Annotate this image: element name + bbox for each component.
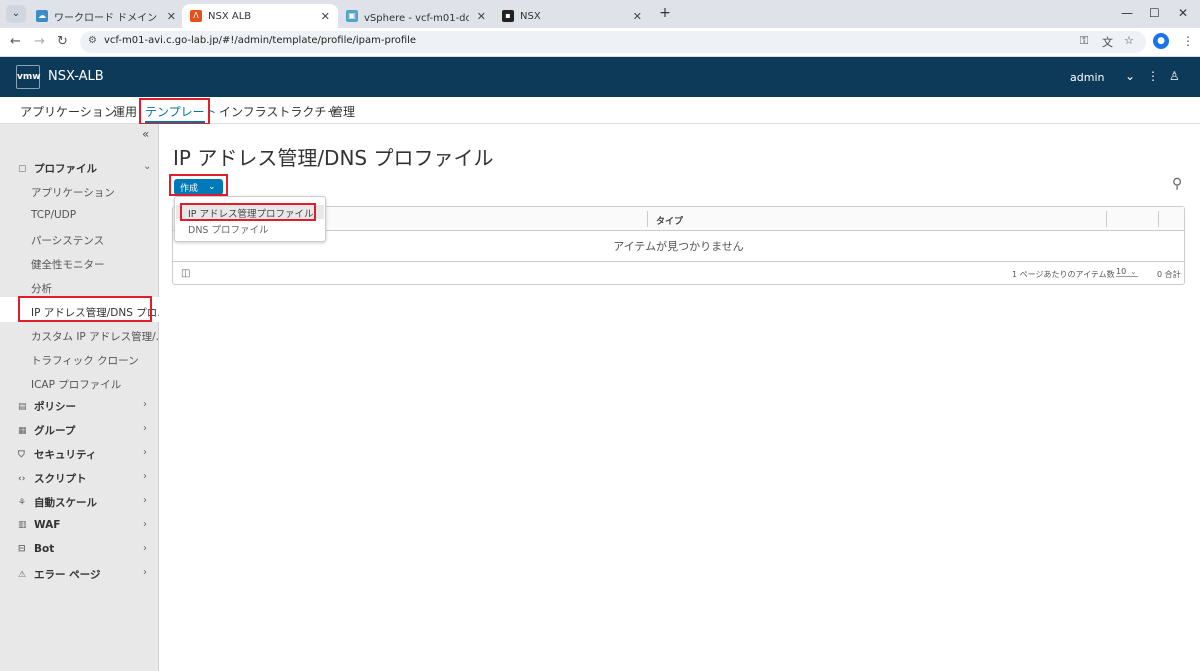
highlight-box (180, 203, 316, 221)
highlight-box (169, 174, 228, 196)
browser-tab-workload[interactable]: ☁ ワークロード ドメイン - サマリ ✕ (28, 4, 184, 28)
close-icon[interactable]: ✕ (477, 10, 486, 23)
sidebar-item-icap[interactable]: ICAP プロファイル (31, 377, 121, 392)
chevron-right-icon[interactable]: › (143, 567, 147, 578)
browser-tab-strip: ⌄ ☁ ワークロード ドメイン - サマリ ✕ Λ NSX ALB ✕ ▣ vS… (0, 0, 1200, 28)
sidebar-group-waf[interactable]: ▥ WAF (18, 519, 60, 531)
warning-icon: ⚠ (18, 569, 27, 580)
total-count: 0 合計 (1157, 270, 1181, 279)
group-icon: ▦ (18, 425, 27, 436)
maximize-icon[interactable]: ☐ (1149, 6, 1160, 20)
back-icon[interactable]: ← (10, 34, 21, 49)
more-vertical-icon[interactable]: ⋮ (1147, 69, 1159, 83)
sidebar-group-policy[interactable]: ▤ ポリシー (18, 399, 76, 414)
search-icon[interactable]: ⚲ (1172, 176, 1182, 192)
collapse-sidebar-icon[interactable]: « (142, 127, 149, 141)
sidebar-item-application[interactable]: アプリケーション (31, 185, 115, 200)
sidebar-group-autoscale[interactable]: ⚘ 自動スケール (18, 495, 97, 510)
url-text[interactable]: vcf-m01-avi.c.go-lab.jp/#!/admin/templat… (104, 35, 416, 46)
sidebar-group-security[interactable]: ⛉ セキュリティ (18, 447, 96, 462)
create-dropdown-menu: IP アドレス管理プロファイル DNS プロファイル (174, 196, 326, 242)
vsphere-icon: ▣ (346, 10, 358, 22)
browser-tab-nsx-alb[interactable]: Λ NSX ALB ✕ (182, 4, 338, 28)
sidebar-group-profiles[interactable]: ▢ プロファイル (18, 161, 97, 176)
autoscale-icon: ⚘ (18, 497, 27, 508)
close-icon[interactable]: ✕ (167, 10, 176, 23)
nsx-icon: ▪ (502, 10, 514, 22)
nav-operations[interactable]: 運用 (113, 103, 137, 120)
chevron-right-icon[interactable]: › (143, 543, 147, 554)
column-header-type[interactable]: タイプ (656, 214, 683, 227)
column-divider[interactable] (647, 211, 648, 227)
sidebar-item-health-monitor[interactable]: 健全性モニター (31, 257, 105, 272)
chevron-right-icon[interactable]: › (143, 399, 147, 410)
translate-icon[interactable]: 文 (1102, 34, 1113, 50)
chevron-down-icon[interactable]: ⌄ (1130, 267, 1137, 276)
sidebar-item-tcp-udp[interactable]: TCP/UDP (31, 209, 76, 221)
nav-applications[interactable]: アプリケーション (20, 103, 116, 120)
shield-icon: ⛉ (18, 449, 25, 460)
table-footer: ◫ 1 ページあたりのアイテム数 10 ⌄ 0 合計 (173, 261, 1184, 285)
chevron-right-icon[interactable]: › (143, 495, 147, 506)
app-name: NSX-ALB (48, 69, 104, 84)
app-header: vmw NSX-ALB admin ⌄ ⋮ ♙ (0, 57, 1200, 97)
column-divider[interactable] (1106, 211, 1107, 227)
waf-icon: ▥ (18, 520, 27, 530)
site-info-icon[interactable]: ⚙ (88, 35, 97, 46)
per-page-label: 1 ページあたりのアイテム数 (1012, 270, 1115, 279)
chevron-right-icon[interactable]: › (143, 519, 147, 530)
chevron-down-icon[interactable]: ⌄ (1125, 69, 1135, 83)
close-icon[interactable]: ✕ (633, 10, 642, 23)
menu-item-dns-profile[interactable]: DNS プロファイル (188, 222, 268, 236)
omnibox[interactable]: ⚙ vcf-m01-avi.c.go-lab.jp/#!/admin/templ… (80, 31, 1146, 53)
chevron-right-icon[interactable]: › (143, 471, 147, 482)
avi-logo-icon: Λ (190, 10, 202, 22)
reload-icon[interactable]: ↻ (57, 34, 68, 49)
sidebar-item-analytics[interactable]: 分析 (31, 281, 52, 296)
nav-administration[interactable]: 管理 (331, 103, 355, 120)
sidebar-item-traffic-clone[interactable]: トラフィック クローン (31, 353, 139, 368)
close-icon[interactable]: ✕ (321, 10, 330, 23)
profile-icon: ▢ (18, 163, 27, 174)
bot-icon: ⊟ (18, 544, 26, 554)
sidebar-group-bot[interactable]: ⊟ Bot (18, 543, 54, 555)
new-tab-button[interactable]: + (656, 5, 674, 21)
column-toggle-icon[interactable]: ◫ (181, 268, 190, 279)
chevron-right-icon[interactable]: › (143, 447, 147, 458)
chevron-right-icon[interactable]: › (143, 423, 147, 434)
browser-tab-vsphere[interactable]: ▣ vSphere - vcf-m01-dc01 - 仮想 ✕ (338, 4, 494, 28)
policy-icon: ▤ (18, 401, 27, 412)
user-icon[interactable]: ♙ (1169, 69, 1180, 83)
highlight-box (18, 296, 152, 322)
profile-avatar-icon[interactable]: ● (1153, 33, 1169, 49)
user-menu[interactable]: admin (1070, 71, 1104, 84)
vmw-logo: vmw (16, 65, 41, 89)
main-content: IP アドレス管理/DNS プロファイル 作成 ⌄ ⚲ タイプ アイテムが見つか… (159, 124, 1200, 671)
minimize-icon[interactable]: — (1121, 6, 1133, 20)
cloud-icon: ☁ (36, 10, 48, 22)
highlight-box (139, 98, 210, 125)
key-icon[interactable]: ⚿ (1080, 34, 1088, 48)
sidebar: « ▢ プロファイル ⌄ アプリケーション TCP/UDP パーシステンス 健全… (0, 124, 167, 671)
tab-search-button[interactable]: ⌄ (6, 5, 26, 23)
bookmark-star-icon[interactable]: ☆ (1124, 34, 1134, 47)
page-title: IP アドレス管理/DNS プロファイル (173, 146, 494, 170)
nav-infrastructure[interactable]: インフラストラクチャ (219, 103, 338, 120)
chevron-down-icon[interactable]: ⌄ (143, 161, 151, 172)
sidebar-group-scripts[interactable]: ‹› スクリプト (18, 471, 87, 486)
sidebar-group-groups[interactable]: ▦ グループ (18, 423, 75, 438)
window-close-icon[interactable]: ✕ (1178, 6, 1188, 20)
browser-tab-nsx[interactable]: ▪ NSX ✕ (494, 4, 650, 28)
browser-menu-icon[interactable]: ⋮ (1182, 34, 1194, 48)
sidebar-group-error-page[interactable]: ⚠ エラー ページ (18, 567, 100, 582)
main-nav: アプリケーション 運用 テンプレート インフラストラクチャ 管理 (0, 97, 1200, 125)
address-bar: ← → ↻ ⚙ vcf-m01-avi.c.go-lab.jp/#!/admin… (0, 28, 1200, 57)
forward-icon[interactable]: → (34, 34, 45, 49)
sidebar-item-custom-ipam[interactable]: カスタム IP アドレス管理/... (31, 329, 166, 344)
sidebar-item-persistence[interactable]: パーシステンス (31, 233, 104, 248)
column-divider[interactable] (1158, 211, 1159, 227)
script-icon: ‹› (18, 473, 26, 484)
